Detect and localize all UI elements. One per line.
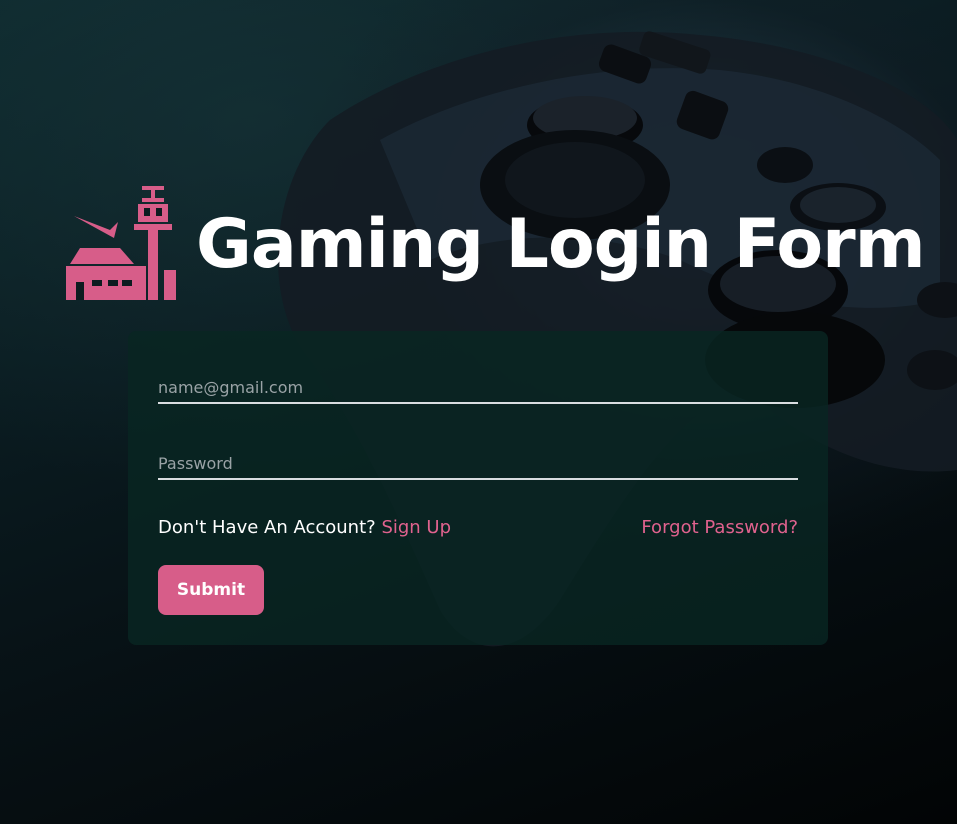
account-links-row: Don't Have An Account? Sign Up Forgot Pa… bbox=[158, 517, 798, 538]
email-input[interactable] bbox=[158, 372, 798, 404]
no-account-text: Don't Have An Account? bbox=[158, 517, 376, 538]
sign-up-link[interactable]: Sign Up bbox=[381, 517, 451, 538]
submit-button[interactable]: Submit bbox=[158, 565, 264, 615]
forgot-password-link[interactable]: Forgot Password? bbox=[641, 517, 798, 538]
password-input[interactable] bbox=[158, 448, 798, 480]
header: Gaming Login Form bbox=[64, 186, 926, 304]
airport-control-tower-icon bbox=[66, 186, 176, 300]
login-form-card: Don't Have An Account? Sign Up Forgot Pa… bbox=[128, 331, 828, 645]
signup-prompt: Don't Have An Account? Sign Up bbox=[158, 517, 451, 538]
page-title: Gaming Login Form bbox=[196, 205, 926, 284]
